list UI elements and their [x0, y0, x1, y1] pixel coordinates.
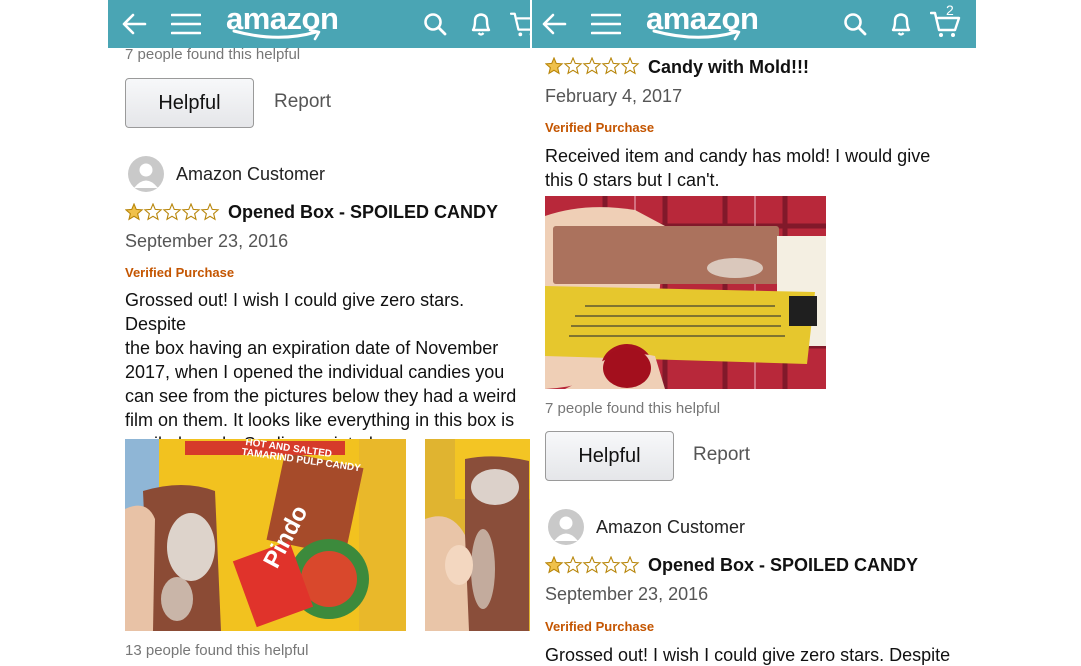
review-body-line: Received item and candy has mold! I woul…: [545, 146, 931, 166]
review-date: September 23, 2016: [125, 231, 289, 251]
helpful-count: 13 people found this helpful: [125, 642, 309, 659]
bell-icon[interactable]: [468, 0, 494, 48]
star-icon: [545, 556, 564, 574]
star-rating: [125, 203, 220, 221]
app-header: amazon 2: [532, 0, 976, 48]
review-photo[interactable]: [425, 439, 530, 631]
review-body-line: Grossed out! I wish I could give zero st…: [545, 645, 951, 665]
review-panel-left: amazon 7 people found this helpful Helpf…: [108, 0, 530, 666]
review-title[interactable]: Opened Box - SPOILED CANDY: [228, 202, 498, 223]
back-arrow-icon[interactable]: [540, 0, 568, 48]
star-rating: [545, 556, 640, 574]
review-title[interactable]: Opened Box - SPOILED CANDY: [648, 555, 918, 576]
menu-icon[interactable]: [590, 0, 622, 48]
review-body-line: this 0 stars but I can't.: [545, 170, 720, 190]
reviewer-name[interactable]: Amazon Customer: [176, 164, 325, 185]
verified-purchase-badge: Verified Purchase: [545, 619, 655, 634]
star-icon: [582, 57, 602, 75]
star-icon: [143, 203, 163, 221]
star-icon: [582, 556, 602, 574]
review-body: Grossed out! I wish I could give zero st…: [545, 643, 950, 666]
amazon-smile-icon: [232, 28, 324, 42]
review-body-line: Grossed out! I wish I could give zero st…: [125, 290, 465, 334]
verified-purchase-badge: Verified Purchase: [125, 265, 235, 280]
menu-icon[interactable]: [170, 0, 202, 48]
helpful-count: 7 people found this helpful: [125, 46, 301, 63]
review-date: September 23, 2016: [545, 584, 709, 604]
search-icon[interactable]: [842, 0, 868, 48]
reviewer-name[interactable]: Amazon Customer: [596, 517, 745, 538]
review-panel-right: amazon 2 Candy with Mold!!! February 4, …: [532, 0, 976, 666]
helpful-button[interactable]: Helpful: [545, 431, 674, 481]
star-icon: [563, 57, 583, 75]
back-arrow-icon[interactable]: [120, 0, 148, 48]
avatar: [548, 509, 584, 545]
review-body: Received item and candy has mold! I woul…: [545, 144, 930, 192]
cart-icon[interactable]: [510, 0, 530, 48]
star-icon: [620, 556, 640, 574]
star-icon: [620, 57, 640, 75]
star-icon: [125, 203, 144, 221]
review-body-line: film on them. It looks like everything i…: [125, 410, 515, 430]
review-body: Grossed out! I wish I could give zero st…: [125, 288, 530, 456]
star-icon: [162, 203, 182, 221]
bell-icon[interactable]: [888, 0, 914, 48]
star-icon: [601, 57, 621, 75]
review-date: February 4, 2017: [545, 86, 683, 106]
star-icon: [200, 203, 220, 221]
helpful-button[interactable]: Helpful: [125, 78, 254, 128]
star-rating: [545, 57, 640, 75]
report-button[interactable]: Report: [274, 91, 331, 113]
review-body-line: 2017, when I opened the individual candi…: [125, 362, 505, 382]
review-photo[interactable]: [545, 196, 826, 389]
helpful-count: 7 people found this helpful: [545, 400, 721, 417]
star-icon: [601, 556, 621, 574]
star-icon: [181, 203, 201, 221]
review-body-line: can see from the pictures below they had…: [125, 386, 517, 406]
star-icon: [545, 57, 564, 75]
review-photo[interactable]: HOT AND SALTED TAMARIND PULP CANDY Pindo: [125, 439, 406, 631]
app-header: amazon: [108, 0, 530, 48]
report-button[interactable]: Report: [693, 444, 750, 466]
star-icon: [563, 556, 583, 574]
search-icon[interactable]: [422, 0, 448, 48]
avatar: [128, 156, 164, 192]
review-body-line: the box having an expiration date of Nov…: [125, 338, 499, 358]
review-title[interactable]: Candy with Mold!!!: [648, 57, 809, 78]
amazon-smile-icon: [652, 28, 744, 42]
verified-purchase-badge: Verified Purchase: [545, 120, 655, 135]
cart-count-badge: 2: [946, 2, 954, 18]
